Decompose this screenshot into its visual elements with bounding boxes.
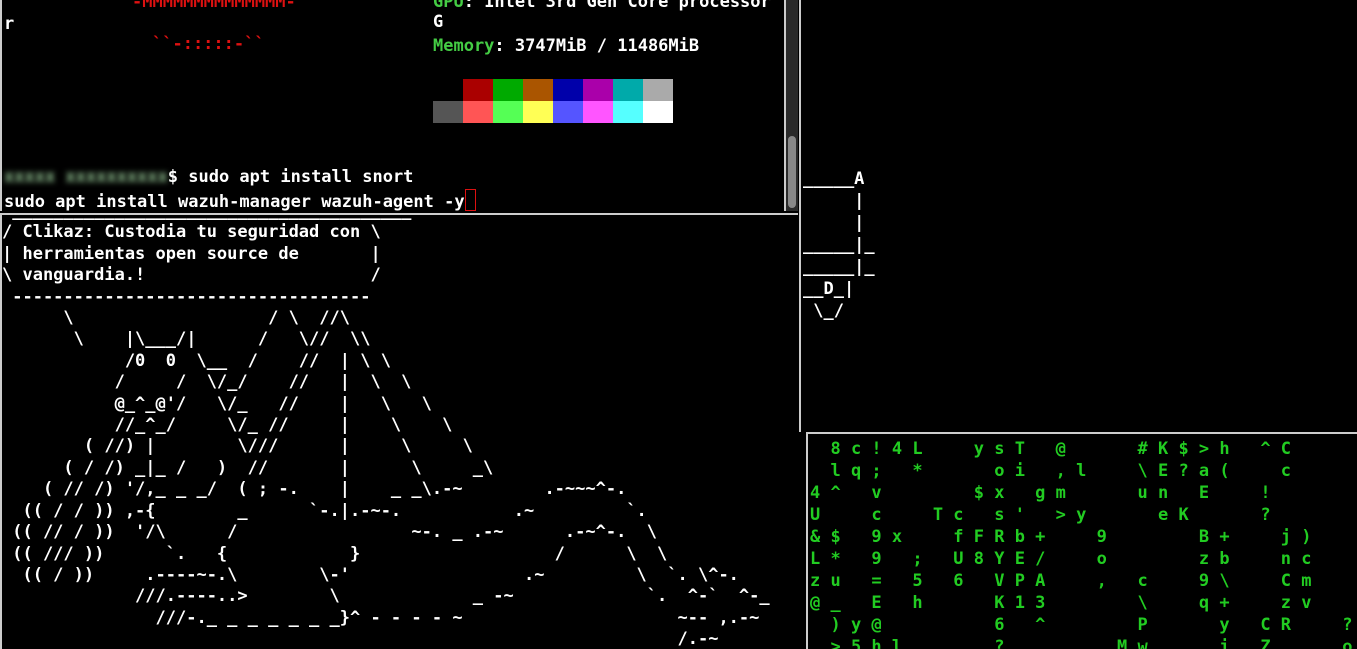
gpu-value: : Intel 3rd Gen Core processor G [433, 0, 771, 32]
palette-swatch [583, 101, 613, 123]
blurred-prompt: xxxxx xxxxxxxxxx [4, 167, 168, 187]
prompt-line-1: xxxxx xxxxxxxxxx$ sudo apt install snort [4, 167, 413, 187]
palette-swatch [643, 79, 673, 101]
palette-swatch [463, 79, 493, 101]
cowsay-terminal-pane[interactable]: _______________________________________ … [0, 213, 798, 649]
matrix-row: @ _ E h K 1 3 \ q + z v [810, 593, 1312, 613]
gallows-ascii-art: _____A | | _____|_ _____|_ __D_| \_/ [803, 169, 875, 321]
palette-swatch [553, 79, 583, 101]
matrix-row: L * 9 ; U 8 Y E / o z b n c [810, 549, 1312, 569]
palette-swatch [613, 79, 643, 101]
palette-swatch [523, 79, 553, 101]
scrollbar-thumb[interactable] [788, 136, 796, 208]
palette-swatch [583, 79, 613, 101]
memory-line: Memory: 3747MiB / 11486MiB [433, 36, 699, 56]
matrix-row: U c T c s ' > y e K ? [810, 505, 1271, 525]
palette-swatch [643, 101, 673, 123]
terminal-cursor [464, 189, 476, 211]
palette-swatch [433, 101, 463, 123]
palette-swatch [463, 101, 493, 123]
ascii-logo-line2: ``-:::::-`` [152, 34, 265, 54]
palette-swatch [553, 101, 583, 123]
palette-swatch [493, 79, 523, 101]
top-terminal-scrollbar[interactable] [786, 0, 798, 211]
matrix-row: 8 c ! 4 L y s T @ # K $ > h ^ C [810, 439, 1292, 459]
gpu-line: GPU: Intel 3rd Gen Core processor G [433, 0, 784, 32]
palette-swatch [433, 79, 463, 101]
palette-swatch [493, 101, 523, 123]
right-top-terminal-pane[interactable]: _____A | | _____|_ _____|_ __D_| \_/ [799, 0, 1357, 432]
ascii-logo-line1: -MMMMMMMMMMMMMM- [132, 0, 296, 12]
top-terminal-pane[interactable]: -MMMMMMMMMMMMMM- ``-:::::-`` r GPU: Inte… [0, 0, 786, 211]
matrix-row: l q ; * o i , l \ E ? a ( c [810, 461, 1292, 481]
wrapped-char: r [4, 14, 15, 34]
prompt-line-2[interactable]: sudo apt install wazuh-manager wazuh-age… [4, 189, 476, 211]
command-wazuh: sudo apt install wazuh-manager wazuh-age… [4, 192, 465, 211]
memory-key: Memory [433, 36, 495, 56]
cowsay-ascii-art: _______________________________________ … [2, 215, 770, 649]
matrix-row: z u = 5 6 V P A , c 9 \ C m [810, 571, 1312, 591]
palette-swatch [523, 101, 553, 123]
matrix-terminal-pane[interactable]: 8 c ! 4 L y s T @ # K $ > h ^ C l q ; * … [806, 432, 1357, 649]
palette-swatch [613, 101, 643, 123]
prompt-symbol: $ [167, 167, 179, 187]
command-snort: sudo apt install snort [178, 167, 414, 187]
gpu-key: GPU [433, 0, 464, 12]
memory-value: : 3747MiB / 11486MiB [494, 36, 700, 56]
matrix-row: > 5 h l ? M w i Z o [810, 637, 1353, 649]
matrix-row: & $ 9 x f F R b + 9 B + j ) [810, 527, 1312, 547]
matrix-row: 4 ^ v $ x g m u n E ! [810, 483, 1271, 503]
matrix-row: ) y @ 6 ^ P y C R ? [810, 615, 1353, 635]
